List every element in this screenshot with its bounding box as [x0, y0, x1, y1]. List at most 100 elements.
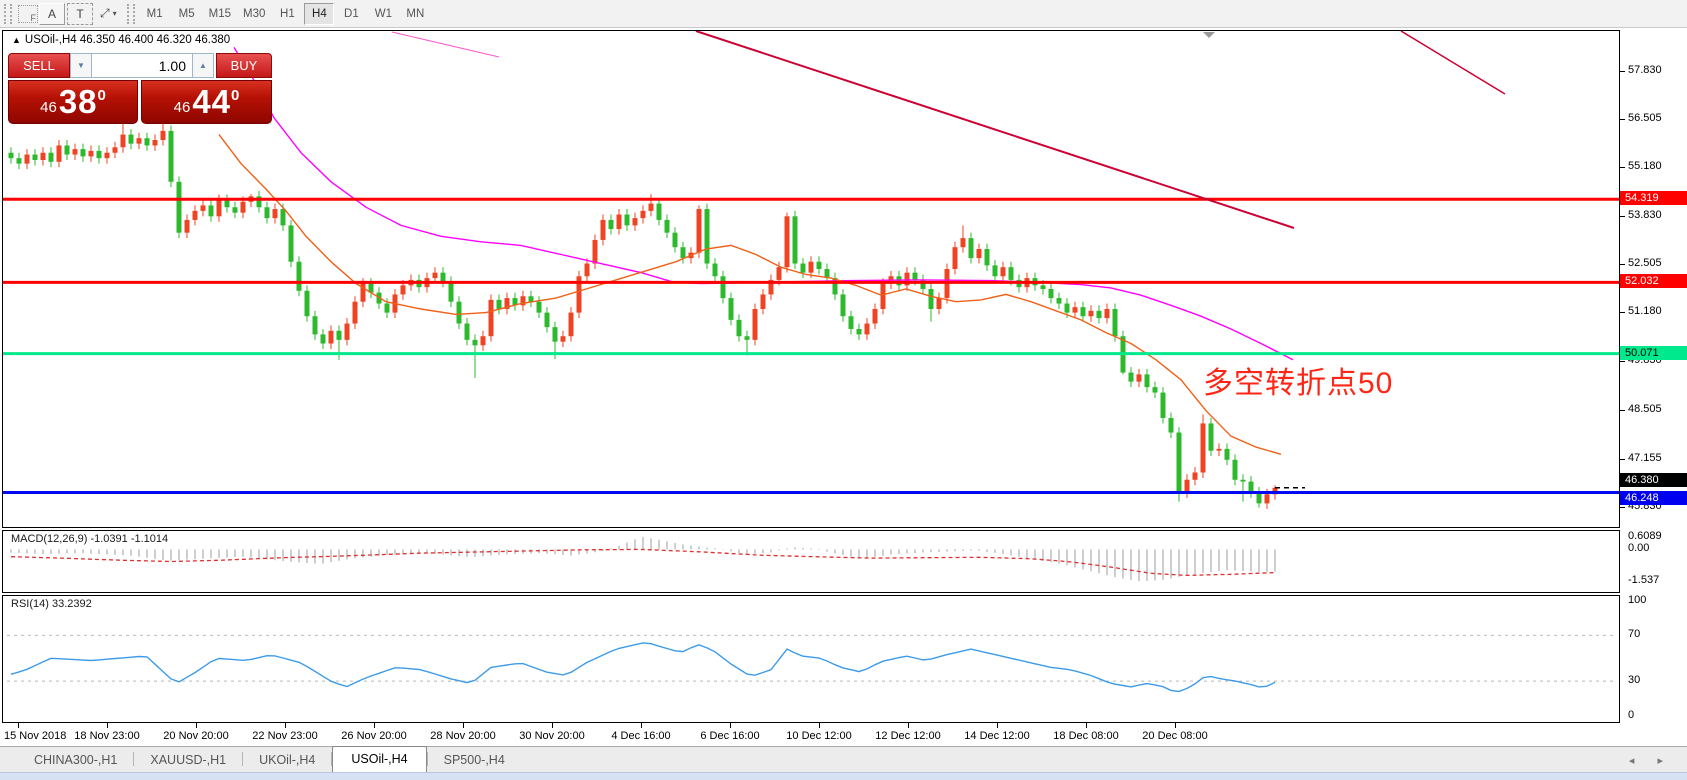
tab-sp500h4[interactable]: SP500-,H4: [428, 749, 521, 772]
symbol-marker-icon: ▲: [12, 35, 21, 45]
rsi-panel[interactable]: RSI(14) 33.2392: [2, 595, 1620, 723]
status-strip: [0, 772, 1687, 780]
macd-tick-label: -1.537: [1628, 574, 1659, 586]
tab-xauusdh1[interactable]: XAUUSD-,H1: [134, 749, 242, 772]
rsi-label: RSI(14) 33.2392: [11, 598, 92, 610]
text-tool-button[interactable]: T: [67, 3, 93, 25]
grid-f-icon[interactable]: F: [18, 5, 38, 23]
time-tick: [552, 723, 553, 728]
price-tick: [1620, 71, 1625, 72]
price-tick: [1620, 264, 1625, 265]
time-tick: [1175, 723, 1176, 728]
timeframe-button-m30[interactable]: M30: [238, 3, 270, 25]
time-tick-label: 26 Nov 20:00: [341, 730, 406, 742]
time-tick: [463, 723, 464, 728]
chevron-down-icon: ▾: [113, 9, 117, 18]
time-tick-label: 12 Dec 12:00: [875, 730, 940, 742]
scroll-end-marker-icon[interactable]: [1203, 32, 1215, 38]
time-tick-label: 18 Nov 23:00: [74, 730, 139, 742]
bid-quote-button[interactable]: 46380: [8, 80, 138, 124]
price-tick-label: 47.155: [1628, 452, 1662, 464]
timeframe-button-m15[interactable]: M15: [204, 3, 236, 25]
price-tick-label: 57.830: [1628, 64, 1662, 76]
timeframe-button-h4[interactable]: H4: [304, 3, 334, 25]
time-tick: [196, 723, 197, 728]
time-tick: [908, 723, 909, 728]
one-click-trade-widget: SELL ▼ ▲ BUY 46380 46440: [8, 53, 272, 124]
time-tick-label: 15 Nov 2018: [4, 730, 66, 742]
time-tick: [819, 723, 820, 728]
tab-china300h1[interactable]: CHINA300-,H1: [18, 749, 133, 772]
volume-increase-button[interactable]: ▲: [192, 53, 214, 78]
time-tick-label: 14 Dec 12:00: [964, 730, 1029, 742]
rsi-tick-label: 0: [1628, 709, 1634, 721]
toolbar-grip[interactable]: [4, 4, 12, 24]
chart-tab-bar: CHINA300-,H1XAUUSD-,H1UKOil-,H4USOil-,H4…: [0, 746, 1687, 772]
time-tick-label: 28 Nov 20:00: [430, 730, 495, 742]
price-tick: [1620, 507, 1625, 508]
tab-scroll-arrows[interactable]: ◂ ▸: [1629, 754, 1673, 767]
time-tick-label: 18 Dec 08:00: [1053, 730, 1118, 742]
price-tag-46.380: 46.380: [1620, 473, 1687, 487]
volume-input[interactable]: [92, 53, 192, 78]
timeframe-button-mn[interactable]: MN: [400, 3, 430, 25]
time-axis[interactable]: 15 Nov 2018 18 Nov 23:00 20 Nov 20:00 22 No…: [2, 723, 1620, 746]
rsi-canvas[interactable]: [3, 596, 1619, 722]
time-tick-label: 10 Dec 12:00: [786, 730, 851, 742]
price-tick: [1620, 459, 1625, 460]
time-tick-label: 4 Dec 16:00: [611, 730, 670, 742]
price-tick: [1620, 361, 1625, 362]
tab-usoilh4[interactable]: USOil-,H4: [332, 746, 426, 772]
time-tick: [285, 723, 286, 728]
timeframe-button-m1[interactable]: M1: [140, 3, 170, 25]
price-tick: [1620, 410, 1625, 411]
rsi-tick-label: 30: [1628, 674, 1640, 686]
macd-tick-label: 0.6089: [1628, 530, 1662, 542]
time-tick: [18, 723, 19, 728]
time-tick: [997, 723, 998, 728]
price-tick: [1620, 119, 1625, 120]
price-tag-50.071: 50.071: [1620, 346, 1687, 360]
top-toolbar: F A T ⤢ ▾ M1M5M15M30H1H4D1W1MN: [0, 0, 1687, 28]
price-tick-label: 53.830: [1628, 209, 1662, 221]
ohlc-header: ▲USOil-,H4 46.350 46.400 46.320 46.380: [12, 34, 230, 46]
tab-ukoilh4[interactable]: UKOil-,H4: [243, 749, 331, 772]
time-tick-label: 22 Nov 23:00: [252, 730, 317, 742]
buy-button[interactable]: BUY: [216, 53, 272, 78]
timeframe-button-h1[interactable]: H1: [272, 3, 302, 25]
rsi-tick-label: 100: [1628, 594, 1646, 606]
price-tick-label: 56.505: [1628, 112, 1662, 124]
price-axis[interactable]: 57.83056.50555.18053.83052.50551.18049.8…: [1620, 30, 1687, 723]
time-tick-label: 6 Dec 16:00: [700, 730, 759, 742]
price-tick-label: 48.505: [1628, 403, 1662, 415]
cursor-tool-button[interactable]: ⤢ ▾: [95, 3, 122, 25]
price-tick: [1620, 216, 1625, 217]
macd-tick-label: 0.00: [1628, 542, 1649, 554]
time-tick-label: 20 Nov 20:00: [163, 730, 228, 742]
ask-quote-button[interactable]: 46440: [141, 80, 272, 124]
macd-canvas[interactable]: [3, 531, 1619, 592]
time-tick-label: 30 Nov 20:00: [519, 730, 584, 742]
price-tick: [1620, 312, 1625, 313]
timeframe-button-w1[interactable]: W1: [368, 3, 398, 25]
rsi-tick-label: 70: [1628, 628, 1640, 640]
annotate-button[interactable]: A: [39, 3, 65, 25]
price-tick: [1620, 167, 1625, 168]
macd-panel[interactable]: MACD(12,26,9) -1.0391 -1.1014: [2, 530, 1620, 593]
time-tick: [730, 723, 731, 728]
price-tick-label: 55.180: [1628, 160, 1662, 172]
chart-annotation: 多空转折点50: [1203, 358, 1393, 402]
time-tick: [1086, 723, 1087, 728]
price-tick-label: 52.505: [1628, 257, 1662, 269]
macd-label: MACD(12,26,9) -1.0391 -1.1014: [11, 533, 168, 545]
price-tag-46.248: 46.248: [1620, 491, 1687, 505]
volume-decrease-button[interactable]: ▼: [70, 53, 92, 78]
timeframe-button-d1[interactable]: D1: [336, 3, 366, 25]
toolbar-grip[interactable]: [127, 4, 135, 24]
price-tag-52.032: 52.032: [1620, 274, 1687, 288]
terminal-window: F A T ⤢ ▾ M1M5M15M30H1H4D1W1MN MACD(12,2…: [0, 0, 1687, 780]
sell-button[interactable]: SELL: [8, 53, 70, 78]
price-tag-54.319: 54.319: [1620, 191, 1687, 205]
timeframe-button-m5[interactable]: M5: [172, 3, 202, 25]
time-tick: [107, 723, 108, 728]
